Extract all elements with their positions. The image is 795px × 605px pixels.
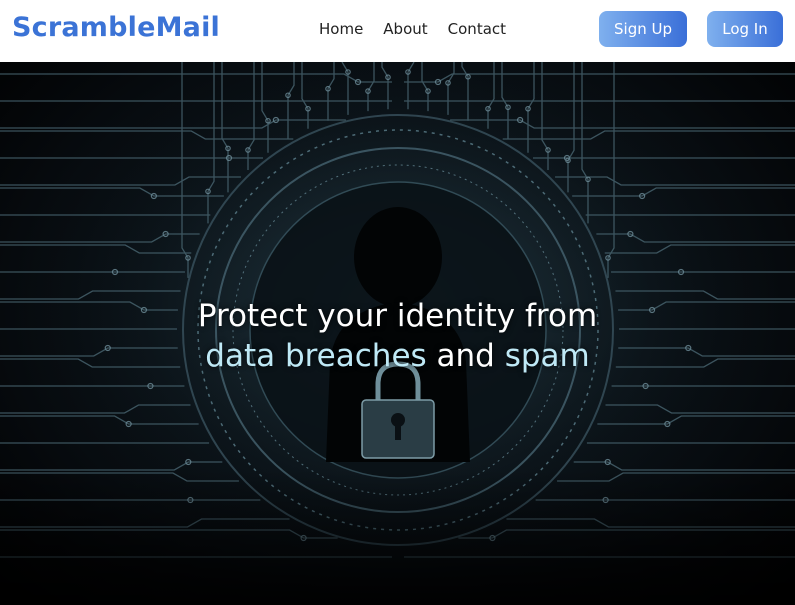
- headline-connector: and: [426, 338, 505, 374]
- highlight-spam: spam: [504, 338, 590, 374]
- hero-section: Protect your identity from data breaches…: [0, 62, 795, 605]
- hero-headline-line1: Protect your identity from: [197, 298, 598, 334]
- nav-link-contact[interactable]: Contact: [448, 20, 506, 38]
- nav-link-about[interactable]: About: [383, 20, 427, 38]
- hero-headline-line2: data breaches and spam: [0, 336, 795, 376]
- log-in-button[interactable]: Log In: [707, 11, 783, 47]
- nav-links: Home About Contact: [319, 20, 506, 38]
- nav-link-home[interactable]: Home: [319, 20, 363, 38]
- brand-logo[interactable]: ScrambleMail: [12, 12, 220, 43]
- highlight-data-breaches: data breaches: [205, 338, 427, 374]
- hero-headline: Protect your identity from data breaches…: [0, 296, 795, 376]
- sign-up-button[interactable]: Sign Up: [599, 11, 687, 47]
- top-navbar: ScrambleMail Home About Contact Sign Up …: [0, 0, 795, 62]
